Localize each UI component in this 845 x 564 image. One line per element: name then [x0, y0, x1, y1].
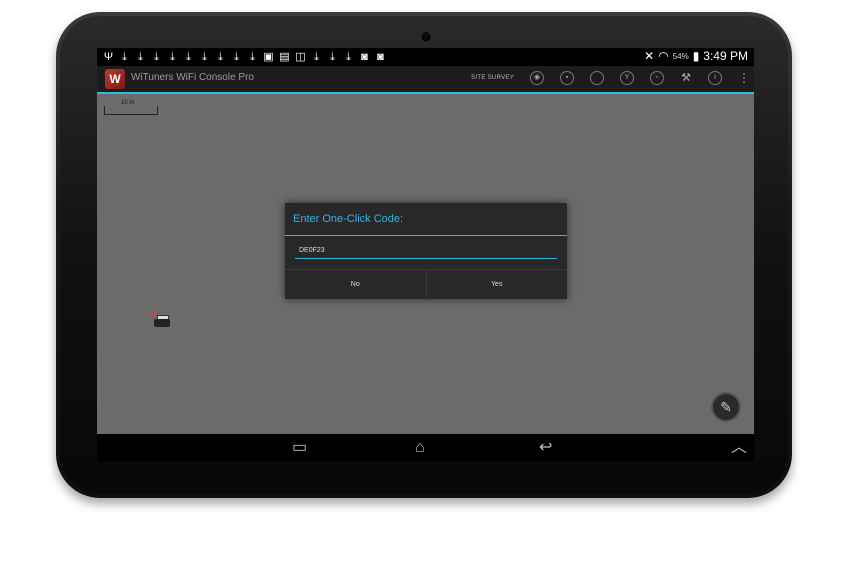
download-icon: ⤓ [330, 51, 335, 63]
status-right: ✕ ◠ 54% ▮ 3:49 PM [644, 49, 748, 63]
screen: Ψ ⤓ ⤓ ⤓ ⤓ ⤓ ⤓ ⤓ ⤓ ⤓ ▣ ▤ ◫ ⤓ ⤓ ⤓ ◙ ◙ ✕ ◠ … [97, 48, 754, 434]
download-icon: ⤓ [234, 51, 239, 63]
overflow-menu-icon[interactable]: ⋮ [738, 72, 750, 84]
download-icon: ⤓ [314, 51, 319, 63]
printer-body [154, 319, 170, 327]
dialog-divider [285, 235, 567, 236]
download-icon: ⤓ [170, 51, 175, 63]
battery-icon: ▮ [692, 49, 700, 63]
no-button[interactable]: No [285, 270, 426, 300]
action-bar: W WiTuners WiFi Console Pro SITE SURVEY … [97, 66, 754, 94]
eye-icon[interactable]: ◉ [530, 71, 544, 85]
download-icon: ⤓ [202, 51, 207, 63]
download-icon: ⤓ [218, 51, 223, 63]
yes-button[interactable]: Yes [425, 270, 568, 300]
one-click-code-input[interactable]: DE0F23 [295, 243, 557, 259]
camera-icon: ◙ [361, 51, 368, 63]
download-icon: ⤓ [250, 51, 255, 63]
site-survey-button[interactable]: SITE SURVEY [471, 75, 514, 81]
action-bar-actions: SITE SURVEY ◉ ▪ Y ▫ ⚒ i ⋮ [471, 71, 750, 85]
status-bar: Ψ ⤓ ⤓ ⤓ ⤓ ⤓ ⤓ ⤓ ⤓ ⤓ ▣ ▤ ◫ ⤓ ⤓ ⤓ ◙ ◙ ✕ ◠ … [97, 48, 754, 66]
android-nav-bar: ▭ ⌂ ↩ ︿ [97, 434, 754, 462]
wifi-icon: ◠ [658, 49, 669, 63]
info-icon[interactable]: i [708, 71, 722, 85]
notification-icons: Ψ ⤓ ⤓ ⤓ ⤓ ⤓ ⤓ ⤓ ⤓ ⤓ ▣ ▤ ◫ ⤓ ⤓ ⤓ ◙ ◙ [103, 50, 386, 64]
download-icon: ⤓ [186, 51, 191, 63]
home-icon[interactable]: ⌂ [415, 438, 425, 458]
mute-icon: ✕ [644, 49, 655, 63]
printer-marker-icon[interactable] [151, 312, 170, 329]
download-icon: ⤓ [138, 51, 143, 63]
map-scale-bar [104, 106, 158, 115]
front-camera [420, 31, 432, 43]
recent-apps-icon[interactable]: ▭ [292, 438, 307, 458]
circle-icon[interactable] [590, 71, 604, 85]
app-logo-icon[interactable]: W [105, 69, 125, 89]
antenna-icon[interactable]: Y [620, 71, 634, 85]
sd-icon: ▤ [279, 51, 290, 63]
wrench-icon[interactable]: ⚒ [680, 72, 692, 84]
one-click-code-dialog: Enter One-Click Code: DE0F23 No Yes [285, 203, 567, 300]
edit-fab-icon[interactable]: ✎ [711, 392, 741, 422]
printer-status-dot [151, 312, 155, 316]
chevron-up-icon[interactable]: ︿ [731, 438, 747, 458]
screenshot-icon: ◫ [295, 51, 306, 63]
battery-percent: 54% [672, 51, 689, 61]
app-title: WiTuners WiFi Console Pro [131, 72, 254, 83]
dialog-buttons: No Yes [285, 269, 567, 300]
usb-icon: Ψ [103, 51, 114, 63]
lock-icon[interactable]: ▫ [650, 71, 664, 85]
camera-icon: ◙ [377, 51, 384, 63]
save-icon[interactable]: ▪ [560, 71, 574, 85]
download-icon: ⤓ [122, 51, 127, 63]
dialog-title: Enter One-Click Code: [293, 213, 404, 225]
download-icon: ⤓ [154, 51, 159, 63]
download-icon: ⤓ [346, 51, 351, 63]
clock: 3:49 PM [703, 49, 748, 63]
back-icon[interactable]: ↩ [539, 438, 552, 458]
image-icon: ▣ [263, 51, 274, 63]
